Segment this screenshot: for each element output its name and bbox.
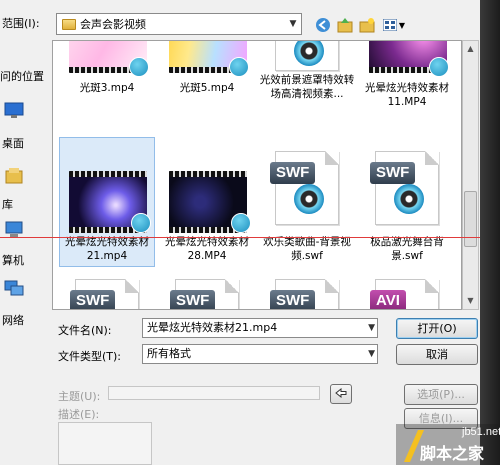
- file-name: 光晕炫光特效素材21.mp4: [65, 236, 149, 262]
- subject-label: 主题(U):: [58, 390, 101, 403]
- scroll-down-arrow[interactable]: ▼: [463, 293, 478, 309]
- swf-tag: SWF: [270, 290, 316, 309]
- description-input[interactable]: [58, 422, 152, 465]
- filename-input[interactable]: 光晕炫光特效素材21.mp4 ▼: [142, 318, 378, 338]
- chevron-down-icon: ▼: [368, 349, 375, 359]
- folder-icon: [62, 18, 76, 30]
- film-reel-icon: [294, 41, 324, 66]
- subject-input[interactable]: [108, 386, 320, 400]
- file-name: 光晕炫光特效素材28.MP4: [165, 236, 249, 262]
- swf-tag: SWF: [170, 290, 216, 309]
- new-folder-icon: [359, 18, 375, 33]
- filename-value: 光晕炫光特效素材21.mp4: [147, 321, 278, 334]
- document-icon: SWF: [270, 151, 339, 225]
- file-name: 极品激光舞台背景.swf: [370, 236, 444, 262]
- file-item[interactable]: 光效前景遮罩特效转场高清视频素...: [259, 41, 355, 141]
- file-item[interactable]: SWF 欢乐类歌曲-背景视频.swf: [259, 137, 355, 267]
- place-computer-label: 算机: [2, 254, 24, 267]
- chevron-down-icon: ▼: [289, 19, 297, 29]
- media-badge-icon: [229, 57, 249, 77]
- places-bar: 问的位置 桌面 库 算机 网络: [0, 40, 52, 328]
- file-item[interactable]: 光晕炫光特效素材11.MP4: [359, 41, 455, 141]
- back-arrow-icon: [316, 18, 330, 32]
- document-icon: [275, 41, 339, 71]
- vertical-scrollbar[interactable]: ▲ ▼: [462, 40, 479, 310]
- view-menu-button[interactable]: ▼: [380, 16, 408, 34]
- view-grid-icon: [382, 19, 397, 31]
- scrollbar-thumb[interactable]: [464, 191, 477, 247]
- cancel-button[interactable]: 取消: [396, 344, 478, 365]
- file-name: 光斑3.mp4: [79, 82, 135, 94]
- media-badge-icon: [429, 57, 449, 77]
- place-network[interactable]: 网络: [2, 312, 24, 328]
- document-icon: SWF: [270, 279, 339, 309]
- current-folder: 会声会影视频: [80, 18, 146, 31]
- file-item[interactable]: 光晕炫光特效素材28.MP4: [159, 137, 255, 267]
- file-item[interactable]: 光斑3.mp4: [59, 41, 155, 141]
- look-in-label: 范围(I):: [2, 17, 40, 30]
- place-network-label: 网络: [2, 314, 24, 327]
- chevron-down-icon: ▼: [368, 323, 375, 333]
- place-libraries[interactable]: 库: [2, 196, 13, 212]
- place-recent-label: 问的位置: [0, 70, 44, 83]
- file-list[interactable]: 光斑3.mp4 光斑5.mp4 光效前景遮罩特效转场高清视频素... 光晕炫光特…: [52, 40, 462, 310]
- new-folder-button[interactable]: [358, 16, 376, 34]
- file-item-selected[interactable]: 光晕炫光特效素材21.mp4: [59, 137, 155, 267]
- watermark-url: jb51.net: [462, 426, 500, 438]
- look-in-dropdown[interactable]: 会声会影视频 ▼: [56, 13, 302, 35]
- desktop-icon: [4, 100, 24, 120]
- film-reel-icon: [294, 184, 324, 214]
- filetype-label: 文件类型(T):: [58, 350, 122, 363]
- media-badge-icon: [231, 213, 251, 233]
- file-item[interactable]: 光斑5.mp4: [159, 41, 255, 141]
- scroll-up-arrow[interactable]: ▲: [463, 41, 478, 57]
- file-item[interactable]: SWF: [59, 277, 155, 309]
- description-label: 描述(E):: [58, 408, 100, 421]
- back-button[interactable]: [314, 16, 332, 34]
- filename-label: 文件名(N):: [58, 324, 112, 337]
- options-button[interactable]: 选项(P)...: [404, 384, 478, 405]
- place-desktop-label: 桌面: [2, 137, 24, 150]
- file-item[interactable]: SWF 极品激光舞台背景.swf: [359, 137, 455, 267]
- film-reel-icon: [394, 184, 424, 214]
- up-folder-button[interactable]: [336, 16, 354, 34]
- filetype-select[interactable]: 所有格式 ▼: [142, 344, 378, 364]
- left-arrow-icon: [335, 387, 347, 399]
- place-computer[interactable]: 算机: [2, 252, 24, 268]
- background-window-edge: [480, 0, 500, 465]
- avi-tag: AVI: [370, 290, 406, 309]
- document-icon: SWF: [170, 279, 239, 309]
- place-libraries-label: 库: [2, 198, 13, 211]
- media-badge-icon: [131, 213, 151, 233]
- file-name: 光斑5.mp4: [179, 82, 235, 94]
- swf-tag: SWF: [370, 162, 416, 184]
- file-item[interactable]: SWF: [259, 277, 355, 309]
- library-icon: [4, 165, 24, 185]
- file-name: 欢乐类歌曲-背景视频.swf: [263, 236, 351, 262]
- file-name: 光晕炫光特效素材11.MP4: [365, 82, 449, 108]
- open-button[interactable]: 打开(O): [396, 318, 478, 339]
- file-item[interactable]: AVI: [359, 277, 455, 309]
- document-icon: SWF: [370, 151, 439, 225]
- swf-tag: SWF: [70, 290, 116, 309]
- toolbar: 范围(I): 会声会影视频 ▼ ▼: [0, 0, 500, 40]
- chevron-down-icon: ▼: [398, 20, 406, 30]
- document-icon: SWF: [70, 279, 139, 309]
- filetype-value: 所有格式: [147, 347, 191, 360]
- media-badge-icon: [129, 57, 149, 77]
- file-name: 光效前景遮罩特效转场高清视频素...: [259, 74, 355, 100]
- document-icon: AVI: [370, 279, 439, 309]
- file-item[interactable]: SWF: [159, 277, 255, 309]
- network-icon: [4, 278, 24, 298]
- place-desktop[interactable]: 桌面: [2, 135, 24, 151]
- arrow-button[interactable]: [330, 384, 352, 404]
- watermark-text: 脚本之家: [420, 444, 485, 463]
- place-recent[interactable]: 问的位置: [0, 68, 44, 84]
- red-guide-line: [0, 237, 500, 238]
- up-folder-icon: [337, 18, 353, 33]
- swf-tag: SWF: [270, 162, 316, 184]
